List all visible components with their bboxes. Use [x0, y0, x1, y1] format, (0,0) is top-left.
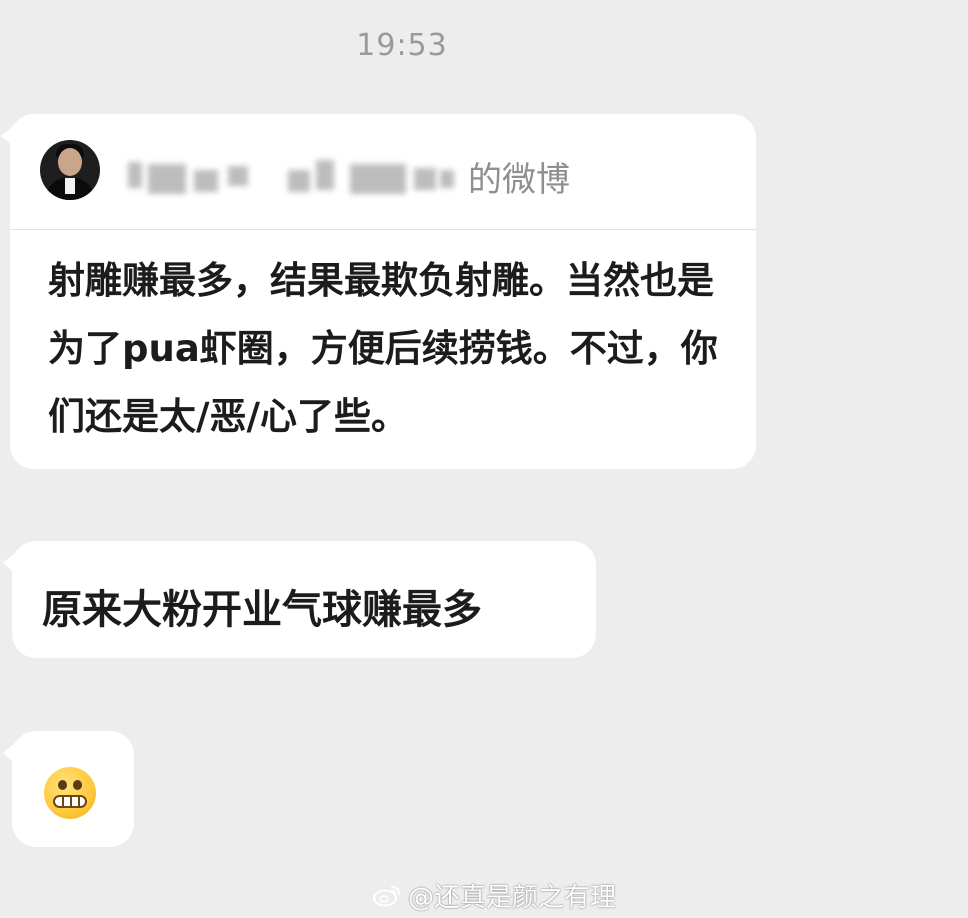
weibo-logo-icon	[373, 886, 400, 907]
watermark: @还真是颜之有理	[372, 878, 617, 913]
weibo-suffix-label: 的微博	[468, 160, 570, 200]
message-bubble[interactable]: 原来大粉开业气球赚最多	[3, 541, 596, 658]
shared-weibo-card[interactable]: 的微博 射雕赚最多，结果最欺负射雕。当然也是为了pua虾圈，方便后续捞钱。不过，…	[1, 114, 756, 469]
profile-avatar[interactable]	[40, 140, 100, 200]
message-text: 原来大粉开业气球赚最多	[42, 587, 482, 633]
watermark-text: @还真是颜之有理	[408, 882, 617, 913]
card-body-text: 射雕赚最多，结果最欺负射雕。当然也是为了pua虾圈，方便后续捞钱。不过，你们还是…	[48, 259, 718, 438]
card-header[interactable]: 的微博	[10, 114, 756, 230]
grinning-face-icon	[44, 767, 96, 819]
blurred-author-name	[128, 156, 458, 198]
emoji-message-bubble[interactable]	[3, 731, 134, 847]
message-timestamp: 19:53	[356, 28, 448, 63]
